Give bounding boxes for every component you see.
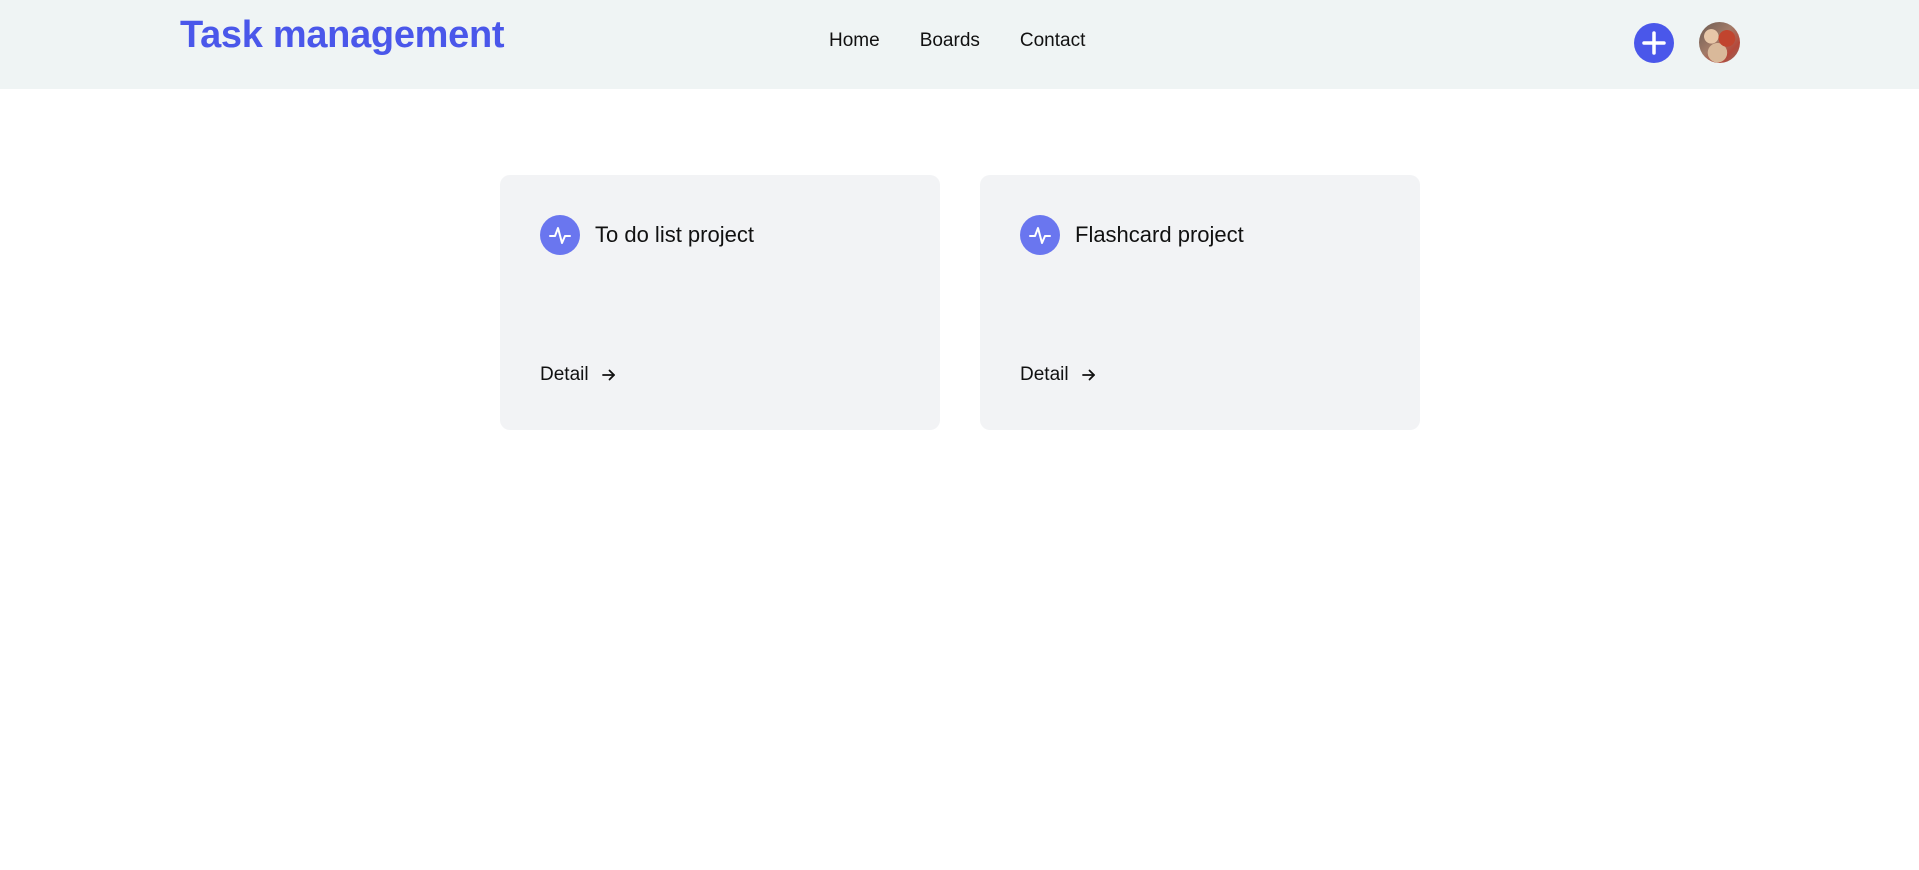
nav-boards-link[interactable]: Boards	[920, 30, 980, 52]
main-nav: Home Boards Contact	[829, 30, 1085, 52]
project-card: To do list project Detail	[500, 175, 940, 430]
project-card: Flashcard project Detail	[980, 175, 1420, 430]
user-avatar[interactable]	[1699, 22, 1740, 63]
nav-contact-link[interactable]: Contact	[1020, 30, 1085, 52]
activity-icon	[549, 227, 571, 244]
project-title: Flashcard project	[1075, 222, 1244, 247]
project-detail-link[interactable]: Detail	[1020, 364, 1097, 386]
arrow-right-icon	[1081, 369, 1095, 381]
project-icon-badge	[1020, 215, 1060, 255]
top-header: Task management Home Boards Contact	[0, 0, 1919, 89]
arrow-right-icon	[601, 369, 615, 381]
activity-icon	[1029, 227, 1051, 244]
project-icon-badge	[540, 215, 580, 255]
nav-home-link[interactable]: Home	[829, 30, 880, 52]
project-title: To do list project	[595, 222, 754, 247]
detail-label: Detail	[540, 364, 589, 385]
brand-title[interactable]: Task management	[180, 14, 505, 57]
detail-label: Detail	[1020, 364, 1069, 385]
project-detail-link[interactable]: Detail	[540, 364, 617, 386]
plus-icon	[1642, 31, 1666, 55]
add-project-button[interactable]	[1634, 23, 1674, 63]
